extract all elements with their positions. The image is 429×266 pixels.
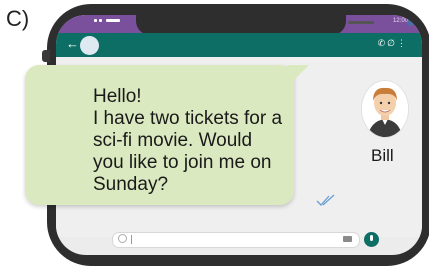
signal-bar [99, 19, 102, 22]
camera-icon[interactable] [343, 236, 352, 242]
paperclip-icon[interactable]: ∅ [387, 38, 397, 48]
contact-name: Bill [371, 146, 394, 165]
figure-label: C) [6, 6, 30, 31]
message-input[interactable] [112, 232, 360, 248]
header-actions: ✆∅⋮ [378, 38, 408, 49]
message-line: you like to join me on [93, 152, 272, 173]
phone-notch [136, 15, 414, 35]
more-vert-icon[interactable]: ⋮ [397, 38, 408, 48]
network-indicator [106, 19, 120, 22]
speaker-grille [348, 21, 374, 24]
side-button [42, 50, 50, 62]
avatar [362, 81, 408, 137]
contact-avatar-small[interactable] [80, 36, 99, 55]
text-cursor [131, 235, 132, 244]
message-line: sci-fi movie. Would [93, 130, 253, 151]
arrow-left-icon[interactable]: ← [66, 37, 79, 51]
message-line: Sunday? [93, 174, 169, 195]
double-check-icon [316, 194, 335, 206]
message-text: Hello! I have two tickets for a sci-fi m… [93, 86, 343, 196]
signal-icon [94, 19, 97, 22]
chat-header: ← ✆∅⋮ [56, 33, 422, 57]
message-line: I have two tickets for a [93, 108, 283, 129]
emoji-icon[interactable] [118, 234, 127, 243]
phone-icon[interactable]: ✆ [378, 38, 388, 48]
front-camera [407, 19, 414, 26]
message-line: Hello! [93, 86, 142, 107]
status-time: 12:00 [392, 18, 408, 24]
mic-icon[interactable] [364, 232, 379, 247]
contact-photo[interactable] [362, 81, 408, 137]
